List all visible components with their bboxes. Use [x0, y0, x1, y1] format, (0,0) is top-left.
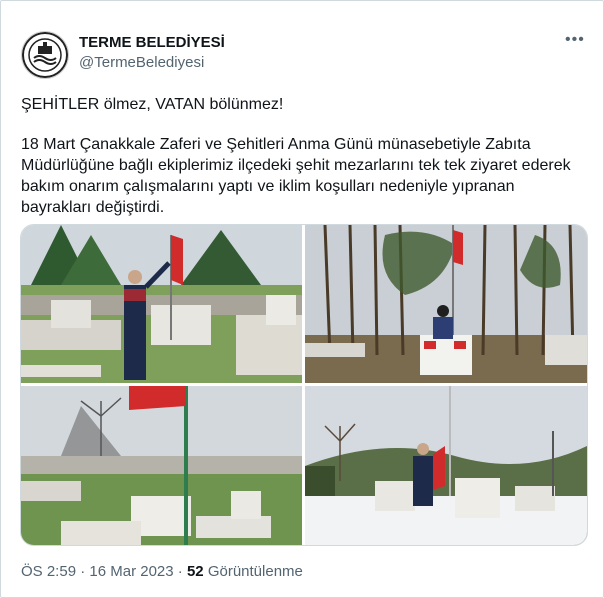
media-grid: [20, 224, 588, 546]
views-count: 52: [186, 563, 204, 580]
tweet-line-2: 18 Mart Çanakkale Zaferi ve Şehitleri An…: [21, 136, 571, 216]
tweet-date[interactable]: 16 Mar 2023: [89, 563, 173, 580]
meta-separator-2: ·: [173, 563, 187, 580]
tweet-time[interactable]: ÖS 2:59: [21, 563, 76, 580]
cemetery-photo-3[interactable]: [21, 386, 302, 545]
meta-separator: ·: [76, 563, 90, 580]
account-handle[interactable]: @TermeBelediyesi: [79, 54, 204, 71]
tweet-card[interactable]: TERME BELEDİYESİ @TermeBelediyesi ••• ŞE…: [0, 0, 604, 598]
municipality-seal-icon: [22, 32, 68, 78]
cemetery-photo-4[interactable]: [305, 386, 587, 545]
tweet-meta: ÖS 2:59 · 16 Mar 2023 · 52 Görüntülenme: [21, 563, 303, 580]
cemetery-photo-1[interactable]: [21, 225, 302, 383]
avatar[interactable]: [21, 31, 69, 79]
cemetery-photo-2[interactable]: [305, 225, 587, 383]
more-options-icon[interactable]: •••: [565, 31, 585, 49]
tweet-line-1: ŞEHİTLER ölmez, VATAN bölünmez!: [21, 96, 284, 113]
account-name[interactable]: TERME BELEDİYESİ: [79, 34, 225, 51]
views-label: Görüntülenme: [203, 563, 303, 580]
tweet-text: ŞEHİTLER ölmez, VATAN bölünmez! 18 Mart …: [21, 94, 581, 218]
